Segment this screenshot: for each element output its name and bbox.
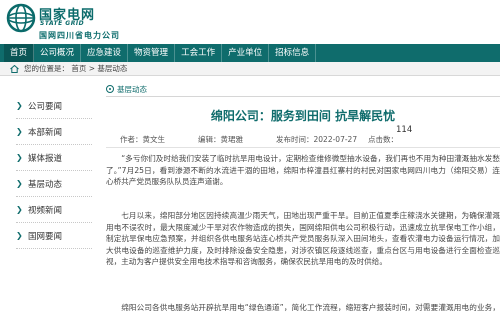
meta-divider — [106, 147, 500, 148]
sidebar: ❯ 公司要闻 ❯ 本部新闻 ❯ 媒体报道 ❯ 基层动态 ❯ 视频新闻 ❯ 国网要… — [16, 94, 92, 250]
breadcrumb-bar: 您的位置是： 首页 > 基层动态 — [0, 62, 500, 76]
section-divider — [106, 96, 500, 97]
sidebar-item-company-news[interactable]: ❯ 公司要闻 — [16, 94, 92, 119]
view-count: 114 — [396, 125, 413, 135]
breadcrumb[interactable]: 您的位置是： 首页 > 基层动态 — [24, 62, 127, 76]
nav-item-materials[interactable]: 物资管理 — [128, 44, 176, 62]
nav-item-about[interactable]: 公司概况 — [34, 44, 82, 62]
sidebar-item-video[interactable]: ❯ 视频新闻 — [16, 198, 92, 223]
article-title: 绵阳公司：服务到田间 抗旱解民忧 — [210, 109, 396, 123]
chevron-right-icon: ❯ — [16, 179, 23, 188]
article-paragraph: “多亏你们及时给我们安装了临时抗旱用电设计，定期检查维修微型抽水设备，我们再也不… — [106, 154, 500, 187]
article-paragraph: 绵阳公司各供电服务站开辟抗旱用电“绿色通道”，简化工作流程，缩短客户报装时间，对… — [121, 303, 500, 312]
sidebar-item-hq-news[interactable]: ❯ 本部新闻 — [16, 120, 92, 145]
brand-name-en: STATE GRID — [40, 20, 85, 27]
chevron-right-icon: ❯ — [16, 231, 23, 240]
site-logo[interactable]: 国家电网 STATE GRID 国网四川省电力公司 — [6, 2, 146, 42]
subsidiary-name: 国网四川省电力公司 — [39, 31, 120, 40]
sidebar-item-sgcc-news[interactable]: ❯ 国网要闻 — [16, 224, 92, 249]
chevron-right-icon: ❯ — [16, 153, 23, 162]
views-label: 点击数： — [368, 135, 398, 144]
sidebar-item-label: 基层动态 — [28, 180, 63, 190]
sidebar-item-label: 媒体报道 — [28, 154, 63, 164]
home-icon — [10, 65, 19, 73]
sidebar-item-label: 本部新闻 — [28, 128, 63, 138]
sidebar-item-grassroots[interactable]: ❯ 基层动态 — [16, 172, 92, 197]
site-header: 国家电网 STATE GRID 国网四川省电力公司 — [0, 0, 500, 44]
sidebar-item-media[interactable]: ❯ 媒体报道 — [16, 146, 92, 171]
nav-item-emergency[interactable]: 应急建设 — [81, 44, 129, 62]
article-author: 作者：黄文生 — [120, 135, 165, 144]
nav-item-industry[interactable]: 产业单位 — [222, 44, 270, 62]
nav-item-bidding[interactable]: 招标信息 — [269, 44, 317, 62]
sidebar-item-label: 国网要闻 — [28, 232, 63, 242]
nav-item-home[interactable]: 首页 — [4, 44, 35, 62]
chevron-right-icon: ❯ — [16, 127, 23, 136]
nav-item-union[interactable]: 工会工作 — [175, 44, 223, 62]
state-grid-logo-icon — [6, 3, 36, 33]
sidebar-item-label: 视频新闻 — [28, 206, 63, 216]
sidebar-item-label: 公司要闻 — [28, 102, 63, 112]
chevron-right-icon: ❯ — [16, 205, 23, 214]
chevron-right-icon: ❯ — [16, 101, 23, 110]
main-nav: 首页 公司概况 应急建设 物资管理 工会工作 产业单位 招标信息 — [0, 44, 500, 62]
article-date: 发布时间：2022-07-27 — [276, 135, 358, 144]
bullet-circle-icon — [106, 85, 114, 93]
article-paragraph: 七月以来，绵阳部分地区因持续高温少雨天气，田地出现严重干旱。目前正值夏季庄稼浇水… — [106, 211, 500, 267]
article-editor: 编辑：黄珺雅 — [198, 135, 243, 144]
section-tab: 基层动态 — [106, 83, 147, 95]
article-meta: 作者：黄文生 编辑：黄珺雅 发布时间：2022-07-27 点击数： 114 — [106, 125, 500, 145]
section-label: 基层动态 — [117, 84, 147, 94]
